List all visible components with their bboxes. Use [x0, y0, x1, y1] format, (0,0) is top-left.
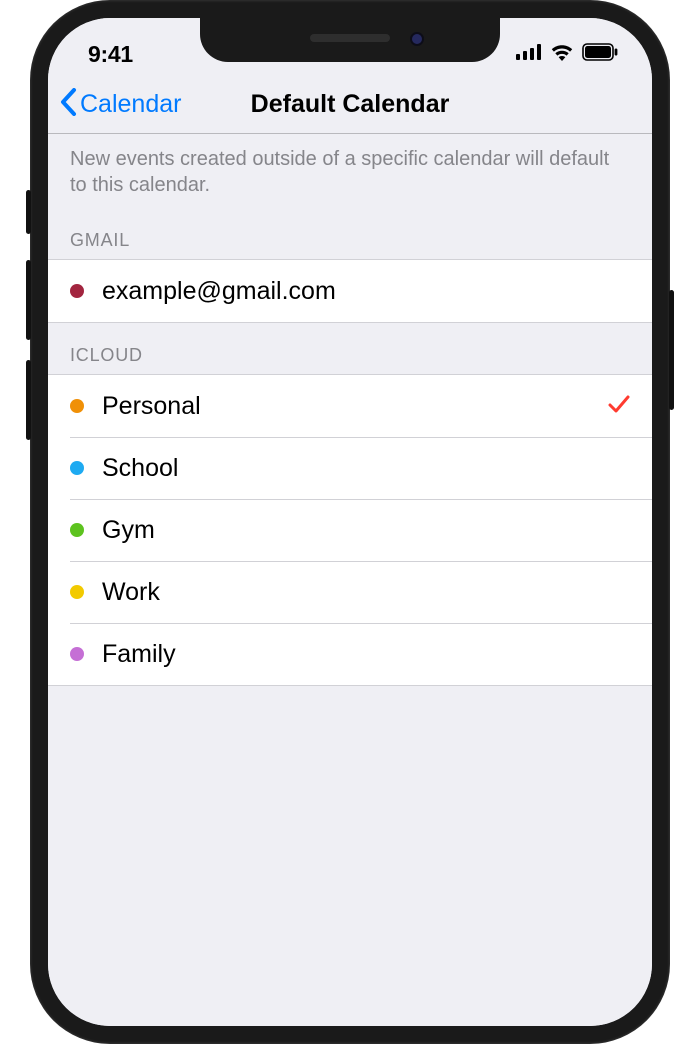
- battery-icon: [582, 43, 618, 66]
- section-header-icloud: ICLOUD: [48, 323, 652, 374]
- calendar-row[interactable]: Family: [48, 623, 652, 685]
- calendar-list-icloud: Personal School Gym: [48, 374, 652, 686]
- section-header-gmail: GMAIL: [48, 208, 652, 259]
- calendar-row[interactable]: School: [48, 437, 652, 499]
- wifi-icon: [550, 43, 574, 66]
- calendar-color-dot: [70, 284, 84, 298]
- cellular-icon: [516, 44, 542, 65]
- calendar-row-label: Personal: [102, 392, 608, 421]
- phone-frame: 9:41: [30, 0, 670, 1044]
- chevron-left-icon: [60, 88, 78, 123]
- back-button-label: Calendar: [80, 90, 181, 119]
- content-area: New events created outside of a specific…: [48, 134, 652, 1026]
- calendar-row[interactable]: Personal: [48, 375, 652, 437]
- calendar-row-label: Work: [102, 578, 630, 607]
- nav-bar: Calendar Default Calendar: [48, 76, 652, 134]
- calendar-row-label: example@gmail.com: [102, 277, 630, 306]
- calendar-list-gmail: example@gmail.com: [48, 259, 652, 323]
- calendar-row-label: Family: [102, 640, 630, 669]
- back-button[interactable]: Calendar: [58, 87, 181, 123]
- calendar-color-dot: [70, 461, 84, 475]
- calendar-row-label: School: [102, 454, 630, 483]
- calendar-color-dot: [70, 585, 84, 599]
- calendar-color-dot: [70, 399, 84, 413]
- calendar-color-dot: [70, 523, 84, 537]
- calendar-row[interactable]: example@gmail.com: [48, 260, 652, 322]
- checkmark-icon: [608, 394, 630, 419]
- calendar-color-dot: [70, 647, 84, 661]
- page-title: Default Calendar: [251, 90, 450, 119]
- device-notch: [200, 18, 500, 62]
- calendar-row[interactable]: Work: [48, 561, 652, 623]
- calendar-row-label: Gym: [102, 516, 630, 545]
- status-indicators: [516, 43, 618, 66]
- status-time: 9:41: [88, 41, 133, 68]
- calendar-row[interactable]: Gym: [48, 499, 652, 561]
- section-description: New events created outside of a specific…: [48, 134, 652, 208]
- screen: 9:41: [48, 18, 652, 1026]
